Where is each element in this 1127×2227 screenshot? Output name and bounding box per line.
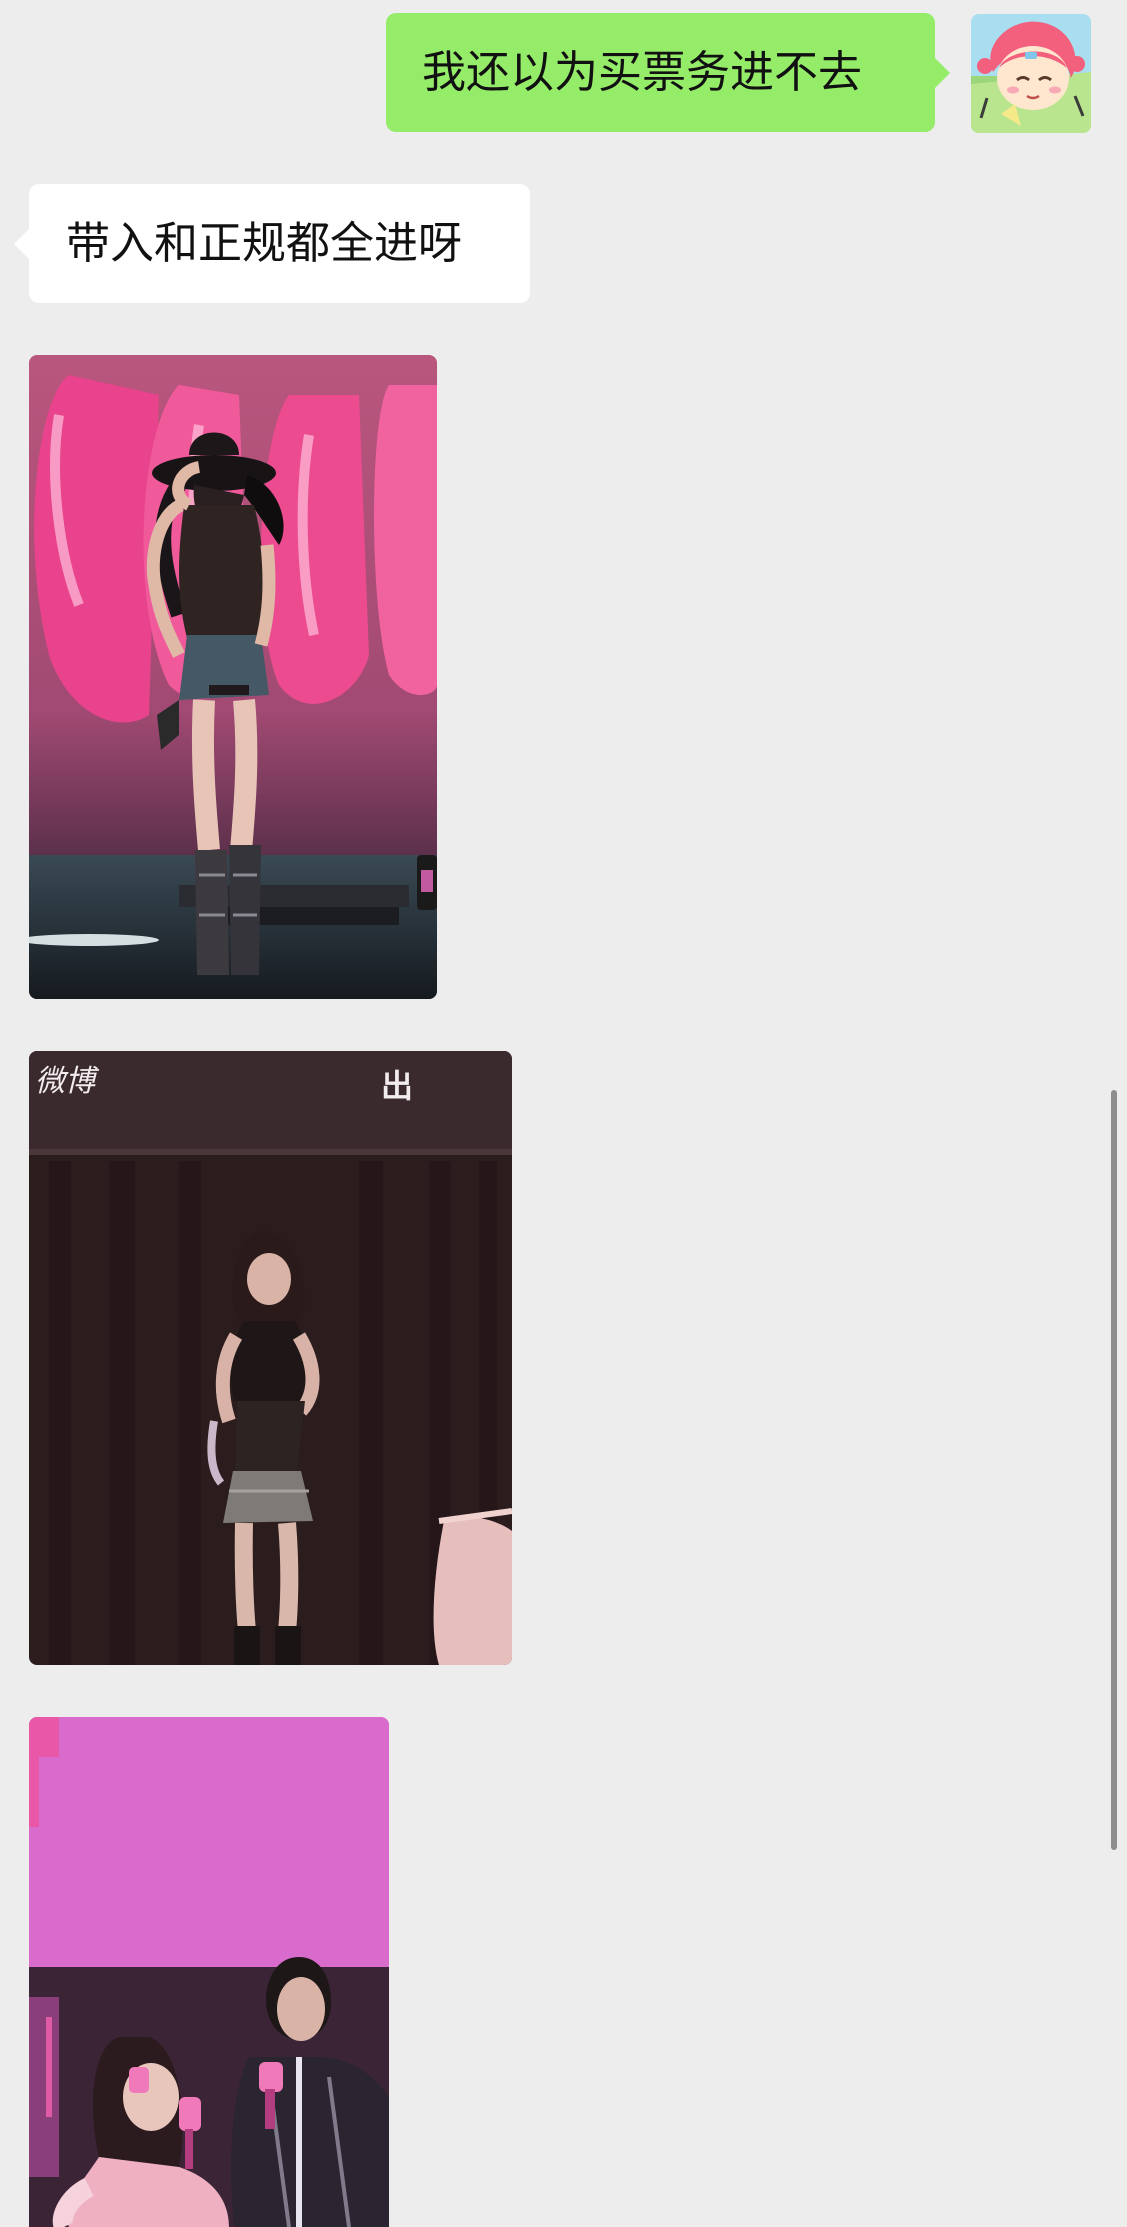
- image-message-photo-1[interactable]: [29, 355, 437, 999]
- message-text: 带入和正规都全进呀: [66, 217, 462, 269]
- outgoing-message-bubble[interactable]: 我还以为买票务进不去: [386, 13, 950, 132]
- image-message-photo-2[interactable]: 微博 出: [29, 1051, 512, 1665]
- weibo-watermark-text: 微博: [35, 1065, 100, 1098]
- scrollbar-thumb[interactable]: [1111, 1090, 1117, 1850]
- overlay-caption-text: 出: [381, 1068, 413, 1104]
- message-text: 我还以为买票务进不去: [422, 46, 862, 98]
- cartoon-girl-avatar-icon[interactable]: [971, 14, 1091, 133]
- image-message-photo-3[interactable]: [29, 1717, 389, 2227]
- incoming-message-bubble[interactable]: 带入和正规都全进呀: [14, 184, 530, 303]
